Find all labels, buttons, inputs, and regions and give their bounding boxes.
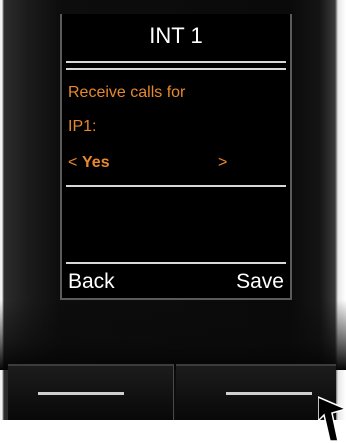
handset-shading (0, 300, 346, 370)
screen-title: INT 1 (149, 23, 203, 48)
title-divider-bottom (66, 68, 286, 70)
right-display-key[interactable] (176, 364, 336, 420)
left-key-marker (38, 392, 124, 395)
selector-value[interactable]: Yes (82, 154, 110, 172)
selector-left-arrow[interactable]: < (68, 154, 77, 172)
back-softkey[interactable]: Back (68, 270, 115, 294)
setting-label-line-2: IP1: (68, 118, 97, 135)
softkey-divider (66, 262, 286, 264)
softkey-buttons (0, 364, 346, 420)
selector-right-arrow[interactable]: > (218, 154, 227, 172)
title-divider-top (66, 61, 286, 63)
phone-screenshot: INT 1 Receive calls for IP1: < Yes > Bac… (0, 0, 346, 443)
handset-display: INT 1 Receive calls for IP1: < Yes > Bac… (60, 14, 292, 300)
left-display-key[interactable] (8, 364, 174, 420)
content-divider (66, 185, 286, 187)
right-key-marker (226, 392, 312, 395)
setting-label-line-1: Receive calls for (68, 84, 186, 101)
bottom-edge (0, 420, 346, 443)
save-softkey[interactable]: Save (236, 270, 284, 294)
arrow-pointer-icon (318, 396, 346, 442)
